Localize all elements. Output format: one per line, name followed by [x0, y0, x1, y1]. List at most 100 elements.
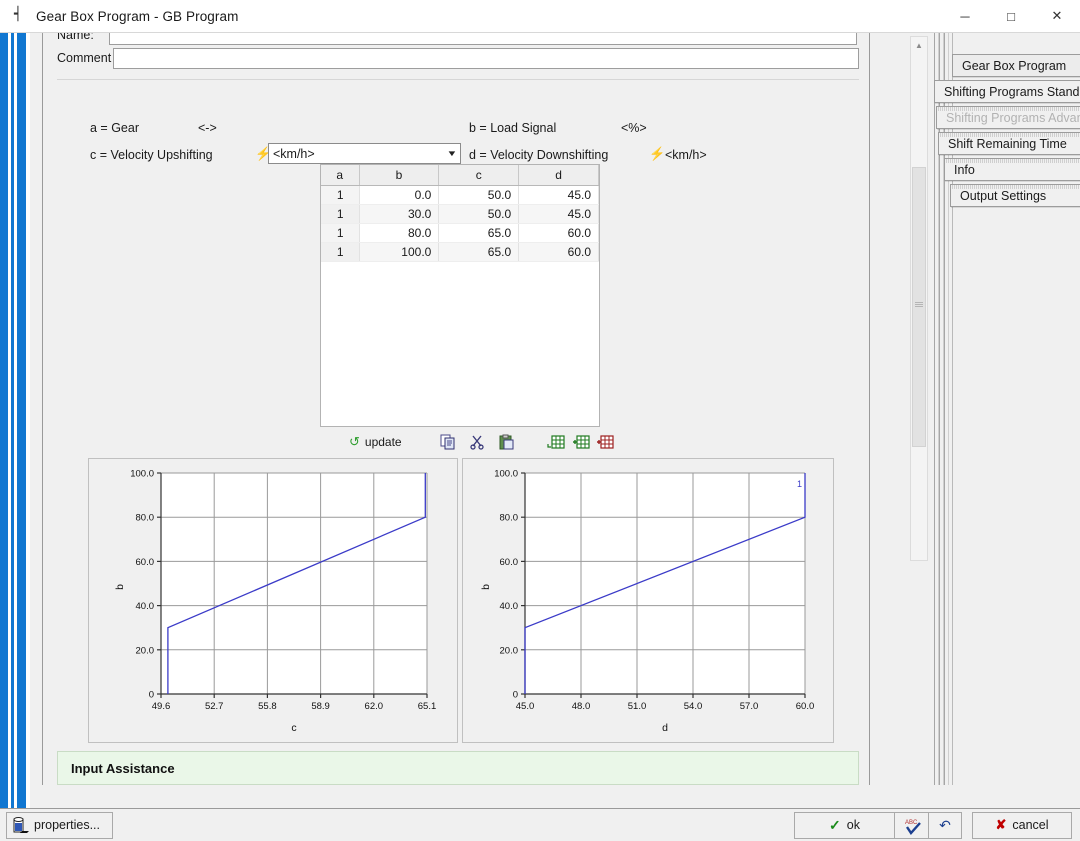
- cell-b[interactable]: 100.0: [359, 242, 439, 261]
- sidebar-scrollbar[interactable]: ▲: [910, 36, 928, 561]
- legend-row-ab: a = Gear <-> b = Load Signal <%>: [43, 117, 871, 143]
- lightning-bolt-icon: ⚡: [649, 147, 665, 160]
- sidebar-tab-info[interactable]: Info: [944, 158, 1080, 181]
- application-window: Name: Comment a = Gear <-> b = Load Sign…: [30, 33, 1080, 808]
- tab-stack: Gear Box Program Shifting Programs Stand…: [930, 33, 1080, 785]
- svg-text:40.0: 40.0: [500, 601, 519, 612]
- svg-text:0: 0: [513, 690, 518, 701]
- svg-text:45.0: 45.0: [516, 701, 535, 712]
- column-header-d[interactable]: d: [519, 165, 599, 185]
- column-header-b[interactable]: b: [359, 165, 439, 185]
- cell-c[interactable]: 50.0: [439, 185, 519, 204]
- velocity-unit-value: <km/h>: [273, 147, 315, 161]
- refresh-icon: ↺: [349, 434, 360, 450]
- comment-row: Comment: [57, 47, 859, 69]
- confirm-buttons: ✓ ok ABC ↶ ✘ cancel: [794, 812, 1072, 839]
- sidebar-tab-output-settings[interactable]: Output Settings: [950, 184, 1080, 207]
- cell-a[interactable]: 1: [321, 242, 359, 261]
- chevron-down-icon: ▼: [446, 149, 457, 158]
- column-header-a[interactable]: a: [321, 165, 359, 185]
- chevron-up-icon[interactable]: ▲: [911, 37, 927, 53]
- comment-input[interactable]: [113, 48, 859, 69]
- velocity-unit-select[interactable]: <km/h> ▼: [268, 143, 461, 164]
- svg-text:60.0: 60.0: [136, 557, 155, 568]
- chart-downshifting-svg: 020.040.060.080.0100.045.048.051.054.057…: [463, 459, 833, 742]
- undo-button[interactable]: ↶: [928, 812, 962, 839]
- cell-a[interactable]: 1: [321, 204, 359, 223]
- insert-row-icon[interactable]: [547, 434, 564, 450]
- cell-d[interactable]: 60.0: [519, 223, 599, 242]
- svg-text:c: c: [291, 722, 296, 734]
- name-label: Name:: [57, 33, 109, 42]
- cell-d[interactable]: 45.0: [519, 185, 599, 204]
- legend-a-label: a = Gear: [90, 121, 139, 135]
- add-row-icon[interactable]: [571, 434, 588, 450]
- cell-c[interactable]: 50.0: [439, 204, 519, 223]
- update-button[interactable]: ↺ update: [349, 434, 402, 450]
- table-row[interactable]: 1 30.0 50.0 45.0: [321, 204, 599, 223]
- ok-label: ok: [847, 818, 860, 832]
- scissors-icon[interactable]: [469, 434, 486, 450]
- properties-button[interactable]: properties...: [6, 812, 113, 839]
- legend-a-unit: <->: [198, 121, 217, 135]
- tab-label: Shift Remaining Time: [948, 137, 1067, 151]
- input-assistance-panel: Input Assistance: [57, 751, 859, 785]
- svg-text:100.0: 100.0: [130, 469, 154, 480]
- svg-text:60.0: 60.0: [796, 701, 815, 712]
- table-row[interactable]: 1 100.0 65.0 60.0: [321, 242, 599, 261]
- delete-row-icon[interactable]: [595, 434, 612, 450]
- svg-text:ABC: ABC: [905, 820, 918, 826]
- cancel-button[interactable]: ✘ cancel: [972, 812, 1072, 839]
- tab-label: Gear Box Program: [962, 59, 1066, 73]
- table-header-row: a b c d: [321, 165, 599, 185]
- background-stripe: [17, 33, 26, 808]
- ok-button[interactable]: ✓ ok: [794, 812, 894, 839]
- undo-icon: ↶: [939, 817, 951, 834]
- cell-c[interactable]: 65.0: [439, 242, 519, 261]
- spellcheck-icon: ABC: [903, 817, 920, 833]
- table-row[interactable]: 1 0.0 50.0 45.0: [321, 185, 599, 204]
- maximize-button[interactable]: □: [988, 0, 1034, 33]
- tab-sidebar: ▲ Gear Box Program Sh: [888, 33, 1080, 785]
- svg-text:20.0: 20.0: [136, 645, 155, 656]
- chart-upshifting-svg: 020.040.060.080.0100.049.652.755.858.962…: [89, 459, 457, 742]
- comment-label: Comment: [57, 51, 113, 65]
- close-button[interactable]: ✕: [1034, 0, 1080, 33]
- sidebar-tab-shifting-programs-standard[interactable]: Shifting Programs Standard: [934, 80, 1080, 103]
- svg-text:60.0: 60.0: [500, 557, 519, 568]
- tab-label: Output Settings: [960, 189, 1046, 203]
- copy-icon[interactable]: [440, 434, 457, 450]
- variable-legend: a = Gear <-> b = Load Signal <%> c = Vel…: [43, 87, 871, 145]
- paste-icon[interactable]: [498, 434, 515, 450]
- cell-b[interactable]: 0.0: [359, 185, 439, 204]
- tab-label: Shifting Programs Standard: [944, 85, 1080, 99]
- minimize-button[interactable]: ─: [942, 0, 988, 33]
- cell-a[interactable]: 1: [321, 185, 359, 204]
- spellcheck-button[interactable]: ABC: [894, 812, 928, 839]
- cell-d[interactable]: 45.0: [519, 204, 599, 223]
- svg-text:80.0: 80.0: [500, 513, 519, 524]
- column-header-c[interactable]: c: [439, 165, 519, 185]
- cell-a[interactable]: 1: [321, 223, 359, 242]
- cell-b[interactable]: 80.0: [359, 223, 439, 242]
- tab-label: Info: [954, 163, 975, 177]
- window-title: Gear Box Program - GB Program: [36, 9, 238, 24]
- cell-b[interactable]: 30.0: [359, 204, 439, 223]
- table-row[interactable]: 1 80.0 65.0 60.0: [321, 223, 599, 242]
- name-input[interactable]: [109, 33, 857, 45]
- sidebar-tab-shift-remaining-time[interactable]: Shift Remaining Time: [938, 132, 1080, 155]
- cell-c[interactable]: 65.0: [439, 223, 519, 242]
- scrollbar-grip: [915, 302, 923, 308]
- legend-d-unit: <km/h>: [665, 148, 707, 162]
- svg-text:48.0: 48.0: [572, 701, 591, 712]
- dialog-action-bar: properties... ✓ ok ABC ↶ ✘ cancel: [0, 808, 1080, 841]
- properties-icon: [11, 817, 28, 833]
- name-row: Name:: [57, 33, 857, 45]
- cell-d[interactable]: 60.0: [519, 242, 599, 261]
- shift-points-table[interactable]: a b c d 1 0.0 50.0 45.0: [320, 164, 600, 427]
- check-icon: ✓: [829, 817, 841, 834]
- sidebar-tab-gear-box-program[interactable]: Gear Box Program: [952, 54, 1080, 77]
- svg-text:51.0: 51.0: [628, 701, 647, 712]
- legend-b-label: b = Load Signal: [469, 121, 556, 135]
- update-label: update: [365, 435, 402, 449]
